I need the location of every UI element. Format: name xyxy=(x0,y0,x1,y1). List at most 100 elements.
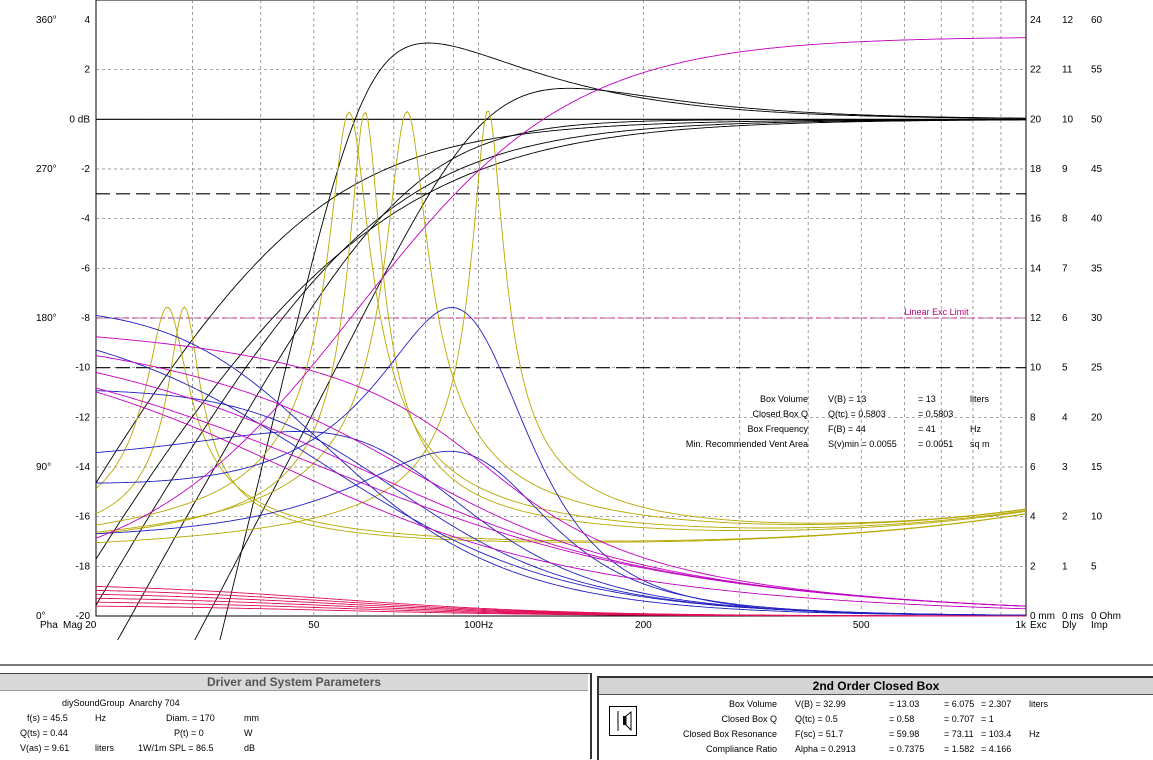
param-vas: V(as) = 9.61 xyxy=(20,743,70,753)
y-tick-label: -2 xyxy=(81,164,90,175)
closed-box-row-value: Alpha = 0.2913 xyxy=(795,744,856,754)
right-axis-tick-label: 9 xyxy=(1062,164,1068,175)
reference-lines: Linear Exc Limit xyxy=(96,118,1026,369)
closed-box-row-value: = 1 xyxy=(981,714,994,724)
closed-box-row-value: = 2.307 xyxy=(981,699,1012,709)
response-chart: Linear Exc Limit 4 2 0 dB -2 -4 -6 -8 -10 -12 -14… xyxy=(36,0,1121,640)
right-axis-tick-label: 6 xyxy=(1030,462,1036,473)
x-tick-label: Mag 20 xyxy=(63,620,97,631)
info-label: Closed Box Q xyxy=(752,409,808,419)
x-tick-label: 50 xyxy=(308,620,320,631)
closed-box-panel[interactable]: 2nd Order Closed Box Box Volume V(B) = 32… xyxy=(597,676,1153,760)
driver-parameters-panel[interactable]: Driver and System Parameters diySoundGro… xyxy=(0,673,592,759)
right-axis-tick-label: 8 xyxy=(1030,412,1036,423)
right-axis-tick-label: 15 xyxy=(1091,462,1103,473)
info-formula: F(B) = 44 xyxy=(828,424,866,434)
closed-box-row-value: = 103.4 xyxy=(981,729,1012,739)
right-axis-tick-label: 4 xyxy=(1062,412,1068,423)
plot-frame xyxy=(95,0,1027,617)
right-axis-tick-label: 4 xyxy=(1030,512,1036,523)
vented-box-info: Box Volume V(B) = 13 = 13 liters Closed Box … xyxy=(686,394,990,449)
impedance-curve xyxy=(95,306,1027,542)
right-axis-tick-label: 10 xyxy=(1030,363,1042,374)
y-tick-label: -14 xyxy=(76,462,91,473)
right-axis-tick-label: 18 xyxy=(1030,164,1042,175)
x-tick-label: 200 xyxy=(635,620,652,631)
right-axis-tick-label: 11 xyxy=(1062,65,1073,76)
magnitude-curve xyxy=(95,119,1026,484)
closed-box-row-label: Compliance Ratio xyxy=(705,744,777,754)
right-axis-tick-label: 20 xyxy=(1030,114,1042,125)
closed-box-row-unit: liters xyxy=(1029,699,1049,709)
info-unit: Hz xyxy=(970,424,981,434)
panel-separator xyxy=(0,664,1153,666)
chart-curves xyxy=(95,37,1027,640)
closed-box-row-value: = 0.707 xyxy=(944,714,975,724)
impedance-curve xyxy=(95,110,1027,533)
info-formula: Q(tc) = 0.5803 xyxy=(828,409,886,419)
chart-grid xyxy=(95,0,1027,617)
impedance-curve xyxy=(95,110,1027,544)
right-axis-tick-label: 10 xyxy=(1062,114,1074,125)
param-diam-unit: mm xyxy=(244,713,259,723)
x-tick-label: 500 xyxy=(853,620,870,631)
x-tick-label: 100Hz xyxy=(464,620,493,631)
y-tick-label: -16 xyxy=(76,512,91,523)
param-spl: 1W/1m SPL = 86.5 xyxy=(138,743,214,753)
closed-box-row-value: = 73.11 xyxy=(944,729,974,739)
phase-tick-label: 270° xyxy=(36,164,57,175)
right-axis-tick-label: 6 xyxy=(1062,313,1068,324)
right-axis-tick-label: 5 xyxy=(1091,561,1097,572)
closed-box-row-value: F(sc) = 51.7 xyxy=(795,729,844,739)
magnitude-curve xyxy=(194,87,1026,640)
right-axis-tick-label: 3 xyxy=(1062,462,1068,473)
excursion-curve xyxy=(95,585,1026,617)
info-formula: S(v)min = 0.0055 xyxy=(828,439,897,449)
right-axis-tick-label: 22 xyxy=(1030,65,1042,76)
delay-curve xyxy=(95,450,1027,616)
right-axis-tick-label: 8 xyxy=(1062,214,1068,225)
right-axis-tick-label: 55 xyxy=(1091,65,1103,76)
y-tick-label: -8 xyxy=(81,313,90,324)
right-axis-tick-label: 35 xyxy=(1091,263,1103,274)
closed-box-row-label: Closed Box Q xyxy=(721,714,777,724)
closed-box-row-value: = 4.166 xyxy=(981,744,1012,754)
closed-box-row-value: = 59.98 xyxy=(889,729,920,739)
phase-tick-label: 90° xyxy=(36,462,51,473)
y-tick-label: 2 xyxy=(84,65,90,76)
impedance-curve xyxy=(95,111,1027,529)
delay-curve xyxy=(95,430,1026,616)
phase-tick-label: 180° xyxy=(36,313,57,324)
y-tick-label: -12 xyxy=(76,412,91,423)
param-vas-unit: liters xyxy=(95,743,115,753)
info-formula: V(B) = 13 xyxy=(828,394,866,404)
closed-box-row-unit: Hz xyxy=(1029,729,1040,739)
phase-tick-label: 360° xyxy=(36,15,57,26)
right-axis-tick-label: 60 xyxy=(1091,15,1103,26)
right-axis-name: Exc xyxy=(1030,620,1047,631)
driver-panel-title: Driver and System Parameters xyxy=(0,674,588,691)
right-axis-tick-label: 2 xyxy=(1062,512,1068,523)
phase-curve xyxy=(95,336,1027,607)
param-pt: P(t) = 0 xyxy=(174,728,204,738)
axis-labels: 420 dB-2-4-6-8-10-12-14-16-18-20360°270°… xyxy=(36,15,1121,631)
right-axis-name: Dly xyxy=(1062,620,1076,631)
vented-magnitude-curve xyxy=(219,42,1026,640)
y-tick-label: 0 dB xyxy=(69,114,90,125)
right-axis-name: Imp xyxy=(1091,620,1108,631)
y-tick-label: -18 xyxy=(76,561,91,572)
right-axis-tick-label: 14 xyxy=(1030,263,1042,274)
phase-axis-name: Pha xyxy=(40,620,58,631)
right-axis-tick-label: 30 xyxy=(1091,313,1103,324)
param-diam: Diam. = 170 xyxy=(166,713,215,723)
param-fs: f(s) = 45.5 xyxy=(27,713,68,723)
closed-box-row-label: Closed Box Resonance xyxy=(682,729,777,739)
y-tick-label: -10 xyxy=(76,363,91,374)
closed-box-panel-title: 2nd Order Closed Box xyxy=(599,678,1153,695)
closed-box-row-value: = 0.7375 xyxy=(889,744,925,754)
y-tick-label: -4 xyxy=(81,214,90,225)
info-label: Min. Recommended Vent Area xyxy=(686,439,808,449)
exc-limit-label: Linear Exc Limit xyxy=(905,307,970,317)
right-axis-tick-label: 2 xyxy=(1030,561,1036,572)
info-result: = 13 xyxy=(918,394,936,404)
